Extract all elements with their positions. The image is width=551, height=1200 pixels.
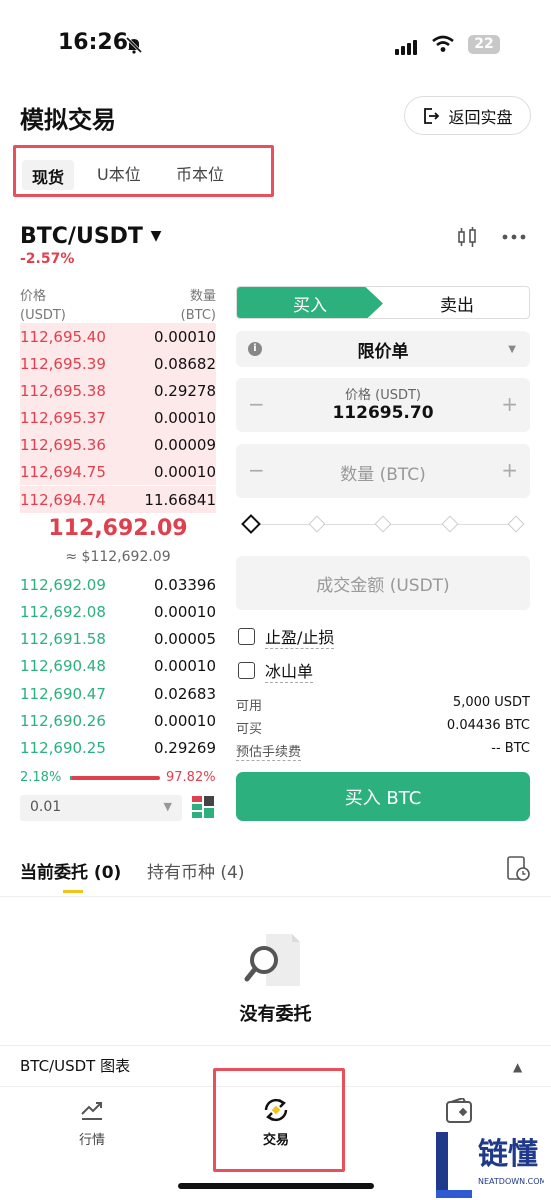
- fee-row: 预估手续费 -- BTC: [236, 741, 530, 761]
- price-change: -2.57%: [20, 251, 75, 267]
- last-price-usd: ≈ $112,692.09: [65, 549, 171, 565]
- quantity-placeholder: 数量 (BTC): [340, 465, 426, 485]
- iceberg-label: 冰山单: [265, 658, 314, 683]
- tab-open-orders[interactable]: 当前委托 (0): [20, 858, 121, 883]
- orderbook-price-header: 价格 (USDT): [20, 289, 66, 323]
- bid-row[interactable]: 112,692.08 0.00010: [20, 598, 216, 625]
- ask-row[interactable]: 112,694.75 0.00010: [20, 458, 216, 485]
- svg-text:NEATDOWN.COM: NEATDOWN.COM: [478, 1177, 544, 1186]
- orderbook-qty-header: 数量 (BTC): [180, 289, 216, 323]
- ask-row[interactable]: 112,695.38 0.29278: [20, 377, 216, 404]
- last-price[interactable]: 112,692.09: [0, 516, 236, 541]
- bell-muted-icon: [125, 36, 143, 54]
- bid-row[interactable]: 112,690.47 0.02683: [20, 680, 216, 707]
- plus-icon[interactable]: +: [501, 392, 518, 416]
- ratio-bar: [70, 776, 160, 780]
- can-buy-row: 可买 0.04436 BTC: [236, 718, 530, 737]
- svg-text:链懂: 链懂: [478, 1137, 538, 1172]
- order-type-label: 限价单: [357, 341, 409, 362]
- chart-drawer-label: BTC/USDT 图表: [20, 1057, 131, 1075]
- neatdown-logo: 链懂 NEATDOWN.COM: [436, 1132, 544, 1198]
- highlight-box-trade: [213, 1068, 345, 1172]
- bid-row[interactable]: 112,692.09 0.03396: [20, 571, 216, 598]
- slider-stop[interactable]: [441, 515, 459, 533]
- return-live-button[interactable]: 返回实盘: [404, 96, 531, 135]
- order-history-icon[interactable]: [506, 856, 530, 882]
- more-icon[interactable]: [502, 234, 526, 240]
- bid-row[interactable]: 112,690.26 0.00010: [20, 707, 216, 734]
- ask-row[interactable]: 112,695.37 0.00010: [20, 404, 216, 431]
- ask-row[interactable]: 112,695.39 0.08682: [20, 350, 216, 377]
- orderbook-layout-icon[interactable]: [192, 796, 214, 818]
- tab-spot[interactable]: 现货: [22, 160, 75, 190]
- sell-tab[interactable]: 卖出: [383, 287, 529, 318]
- caret-down-icon: ▼: [150, 228, 162, 244]
- return-live-label: 返回实盘: [448, 107, 513, 127]
- empty-state-text: 没有委托: [239, 1004, 312, 1025]
- bid-row[interactable]: 112,690.25 0.29269: [20, 734, 216, 761]
- tab-coin-margined[interactable]: 币本位: [176, 161, 224, 191]
- buy-btc-button[interactable]: 买入 BTC: [236, 772, 530, 821]
- ask-row[interactable]: 112,695.36 0.00009: [20, 431, 216, 458]
- buy-tab[interactable]: 买入: [237, 287, 383, 318]
- slider-stop[interactable]: [308, 515, 326, 533]
- active-tab-underline: [63, 890, 83, 893]
- info-icon: i: [248, 342, 262, 356]
- depth-select[interactable]: 0.01 ▼: [20, 795, 182, 821]
- wallet-icon[interactable]: [445, 1098, 473, 1124]
- price-label: 价格 (USDT): [345, 388, 421, 403]
- tp-sl-checkbox[interactable]: 止盈/止损: [238, 624, 335, 649]
- plus-icon[interactable]: +: [501, 458, 518, 482]
- pair-symbol: BTC/USDT: [20, 224, 143, 249]
- quantity-input[interactable]: − 数量 (BTC) +: [236, 444, 530, 498]
- ask-row[interactable]: 112,695.40 0.00010: [20, 323, 216, 350]
- cellular-signal-icon: [395, 36, 419, 55]
- slider-handle[interactable]: [241, 514, 261, 534]
- caret-up-icon[interactable]: ▲: [513, 1060, 522, 1074]
- checkbox-box[interactable]: [238, 628, 255, 645]
- checkbox-box[interactable]: [238, 662, 255, 679]
- page-title: 模拟交易: [20, 106, 116, 134]
- divider: [0, 896, 551, 897]
- bid-row[interactable]: 112,690.48 0.00010: [20, 652, 216, 679]
- slider-stop[interactable]: [374, 515, 392, 533]
- nav-market[interactable]: 行情: [52, 1097, 132, 1148]
- tp-sl-label: 止盈/止损: [265, 624, 335, 649]
- ask-row[interactable]: 112,694.74 11.66841: [20, 486, 216, 513]
- status-time: 16:26: [58, 30, 129, 55]
- slider-stop[interactable]: [507, 515, 525, 533]
- battery-indicator: 22: [468, 35, 500, 54]
- caret-down-icon: ▼: [508, 344, 516, 355]
- buy-sell-toggle: 买入 卖出: [236, 286, 530, 319]
- tab-holdings[interactable]: 持有币种 (4): [147, 858, 244, 883]
- order-type-select[interactable]: i 限价单 ▼: [236, 331, 530, 367]
- wifi-icon: [432, 35, 454, 52]
- available-row: 可用 5,000 USDT: [236, 695, 530, 714]
- caret-down-icon: ▼: [163, 800, 172, 813]
- exit-icon: [424, 107, 440, 124]
- price-value: 112695.70: [332, 403, 434, 423]
- bid-row[interactable]: 112,691.58 0.00005: [20, 625, 216, 652]
- trend-chart-icon: [81, 1102, 102, 1120]
- amount-input[interactable]: 成交金额 (USDT): [236, 556, 530, 610]
- candlestick-icon[interactable]: [456, 226, 478, 248]
- pair-selector[interactable]: BTC/USDT ▼: [20, 224, 161, 249]
- bid-ratio: 2.18%: [20, 770, 62, 785]
- ask-ratio: 97.82%: [166, 770, 216, 785]
- tab-usdt-margined[interactable]: U本位: [97, 161, 141, 191]
- iceberg-checkbox[interactable]: 冰山单: [238, 658, 314, 683]
- depth-value: 0.01: [30, 799, 62, 815]
- home-indicator: [178, 1183, 374, 1189]
- price-input[interactable]: − 价格 (USDT) 112695.70 +: [236, 378, 530, 432]
- empty-search-icon: [244, 934, 300, 986]
